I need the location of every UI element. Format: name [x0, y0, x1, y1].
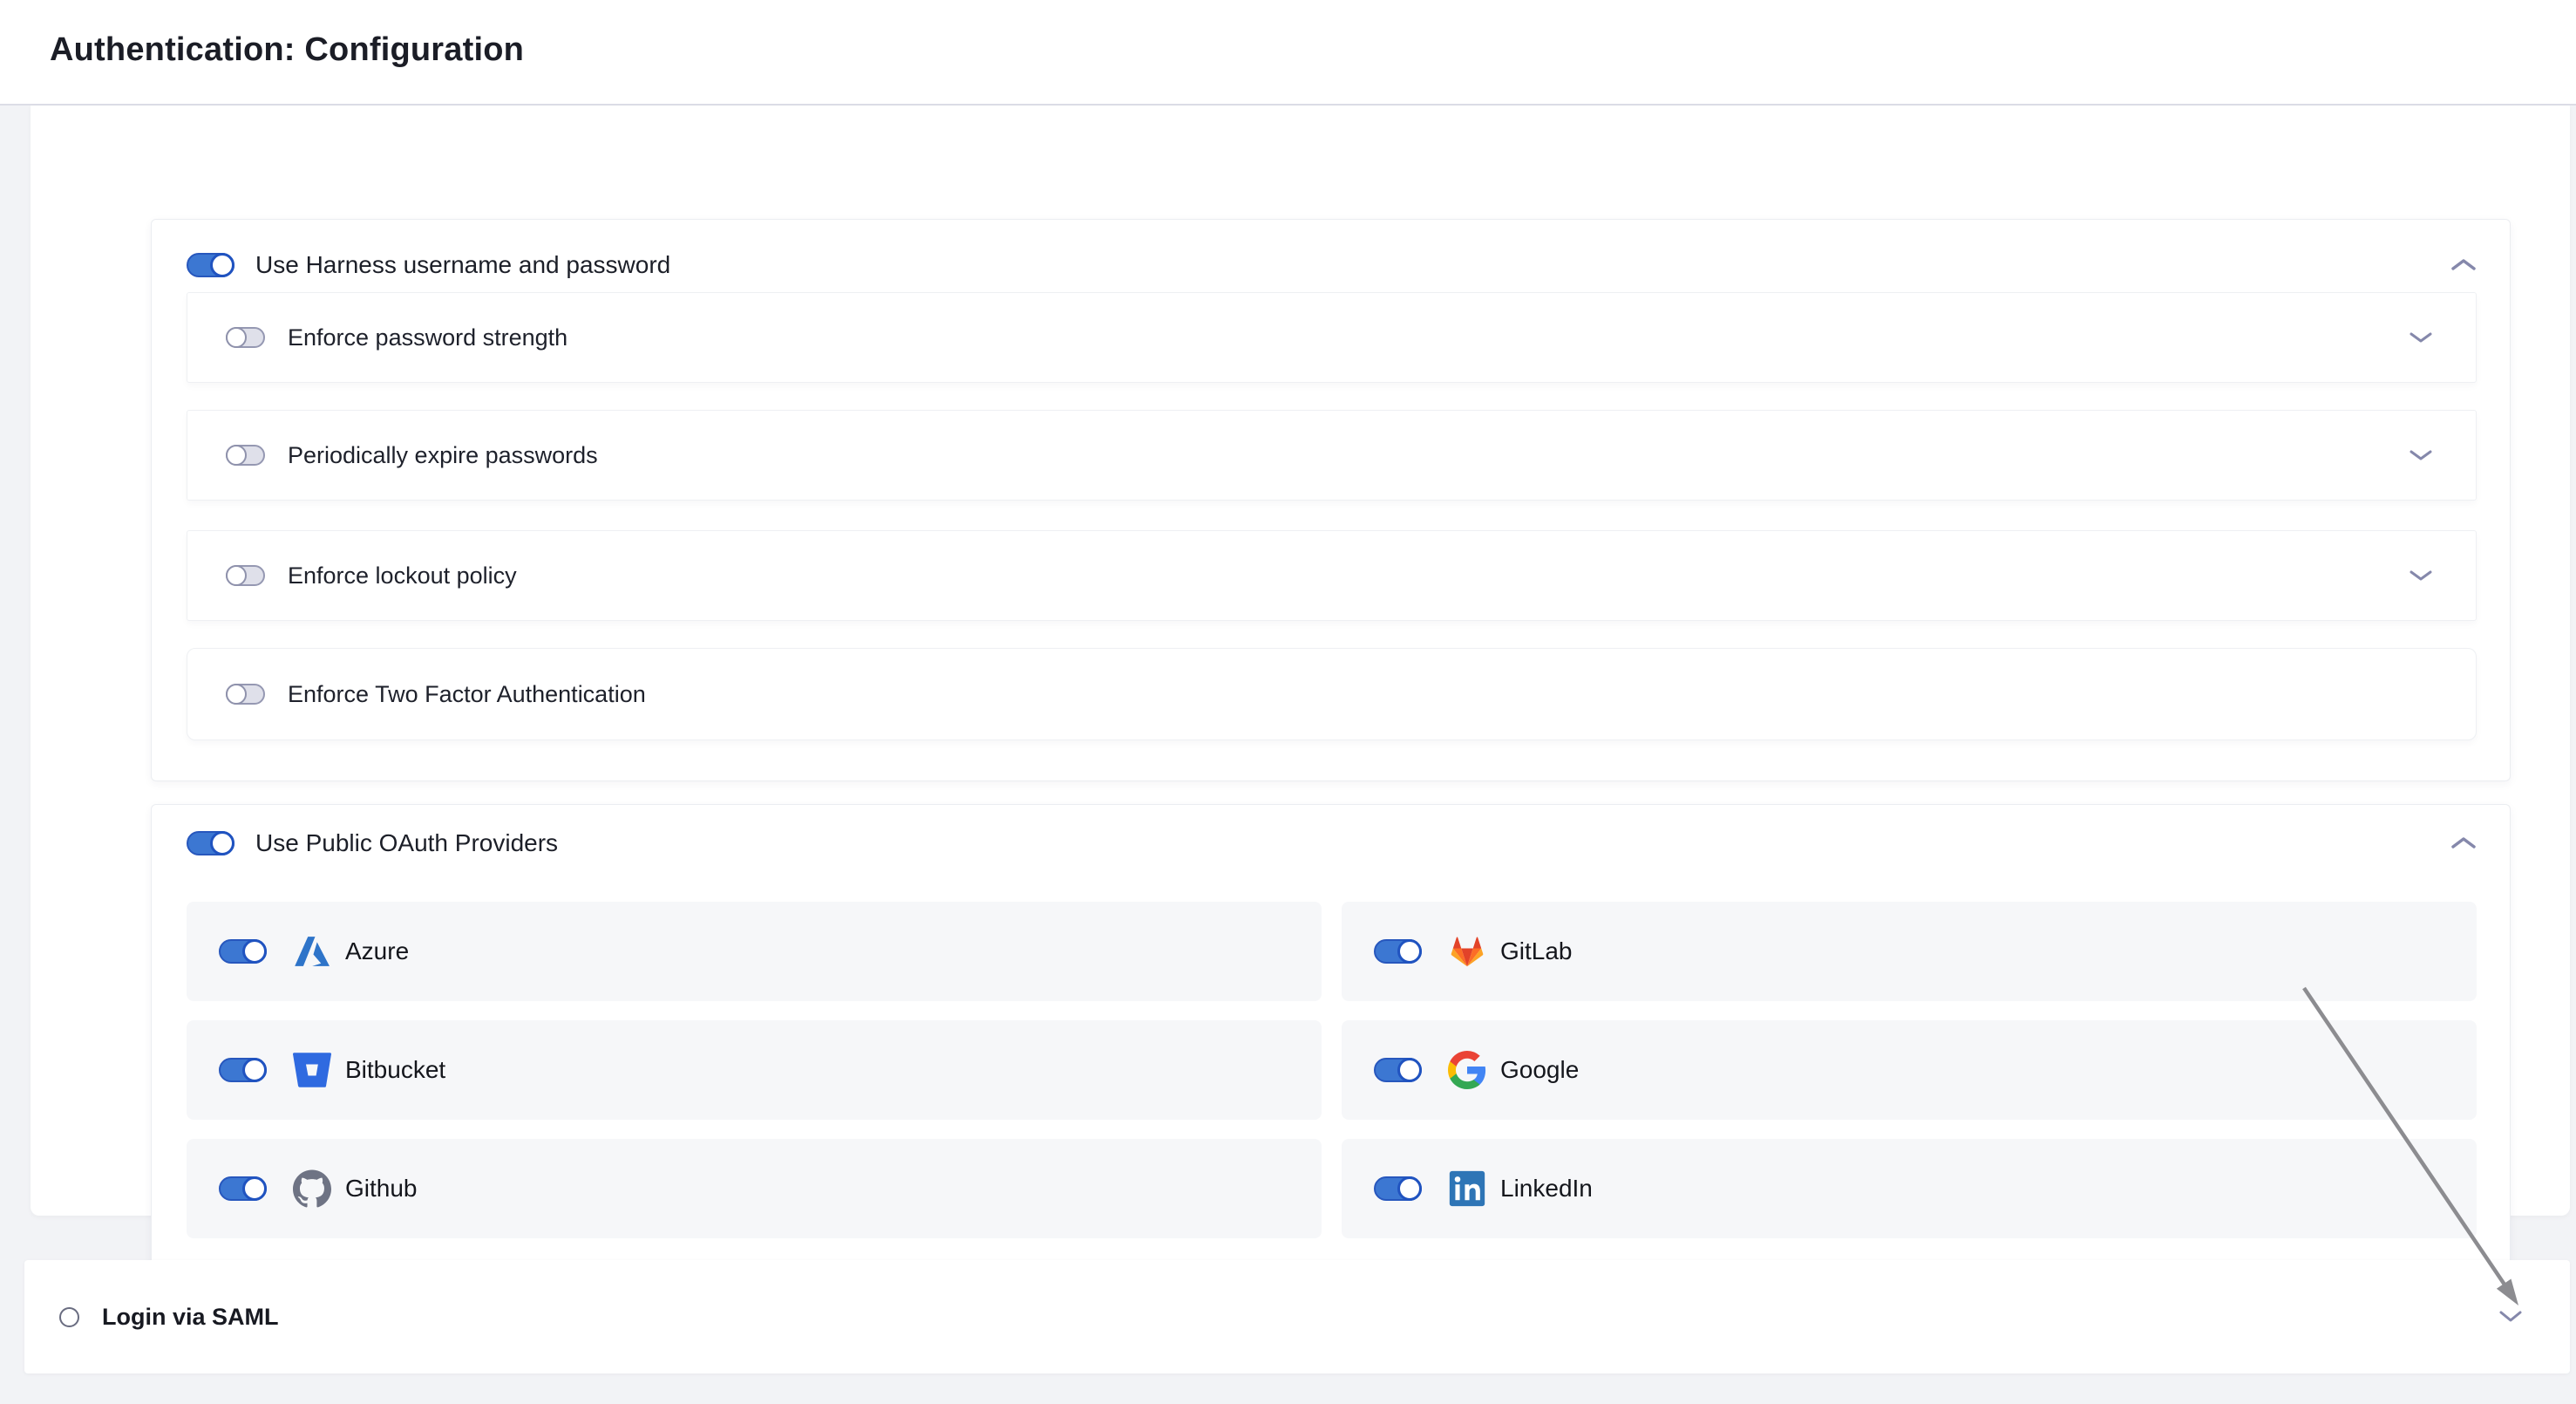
- provider-name: Google: [1500, 1056, 1579, 1084]
- google-toggle[interactable]: [1374, 1058, 1422, 1082]
- page-header: Authentication: Configuration: [0, 0, 2576, 106]
- main-panel: Use Harness username and password Enforc…: [31, 106, 2570, 1216]
- toggle-knob: [210, 253, 234, 277]
- github-icon: [293, 1169, 331, 1208]
- toggle-knob: [226, 445, 247, 466]
- harness-section-header[interactable]: Use Harness username and password: [187, 230, 2478, 300]
- provider-name: Bitbucket: [345, 1056, 445, 1084]
- toggle-knob: [226, 327, 247, 348]
- provider-tile-bitbucket: Bitbucket: [187, 1020, 1322, 1120]
- provider-name: LinkedIn: [1500, 1175, 1593, 1203]
- oauth-section-header[interactable]: Use Public OAuth Providers: [187, 808, 2478, 878]
- provider-tile-github: Github: [187, 1139, 1322, 1238]
- enforce-password-strength-toggle[interactable]: [226, 327, 265, 348]
- toggle-knob: [242, 1176, 267, 1201]
- provider-name: GitLab: [1500, 937, 1573, 965]
- row-enforce-lockout-policy[interactable]: Enforce lockout policy: [187, 530, 2477, 621]
- bitbucket-icon: [293, 1051, 331, 1089]
- provider-name: Azure: [345, 937, 409, 965]
- public-oauth-providers-toggle[interactable]: [187, 831, 234, 855]
- row-label: Enforce Two Factor Authentication: [288, 681, 646, 708]
- chevron-up-icon[interactable]: [2449, 256, 2478, 274]
- authentication-configuration-page: { "header": { "title": "Authentication: …: [0, 0, 2576, 1404]
- chevron-down-icon[interactable]: [2497, 1308, 2525, 1326]
- provider-name: Github: [345, 1175, 418, 1203]
- toggle-knob: [1397, 939, 1422, 964]
- toggle-knob: [226, 684, 247, 705]
- page-title: Authentication: Configuration: [50, 31, 524, 69]
- linkedin-icon: [1448, 1169, 1486, 1208]
- chevron-down-icon[interactable]: [2408, 330, 2434, 345]
- chevron-up-icon[interactable]: [2449, 835, 2478, 852]
- bitbucket-toggle[interactable]: [219, 1058, 267, 1082]
- provider-tile-google: Google: [1342, 1020, 2477, 1120]
- linkedin-toggle[interactable]: [1374, 1176, 1422, 1201]
- chevron-down-icon[interactable]: [2408, 568, 2434, 583]
- toggle-knob: [242, 939, 267, 964]
- provider-tile-gitlab: GitLab: [1342, 902, 2477, 1001]
- login-via-saml-radio[interactable]: [59, 1307, 79, 1327]
- enforce-lockout-policy-toggle[interactable]: [226, 565, 265, 586]
- row-enforce-two-factor-authentication[interactable]: Enforce Two Factor Authentication: [187, 648, 2477, 740]
- google-icon: [1448, 1051, 1486, 1089]
- azure-toggle[interactable]: [219, 939, 267, 964]
- provider-tile-linkedin: LinkedIn: [1342, 1139, 2477, 1238]
- periodically-expire-passwords-toggle[interactable]: [226, 445, 265, 466]
- login-via-saml-label: Login via SAML: [102, 1304, 279, 1331]
- toggle-knob: [210, 831, 234, 855]
- harness-section-label: Use Harness username and password: [255, 251, 670, 279]
- chevron-down-icon[interactable]: [2408, 447, 2434, 463]
- section-public-oauth-providers: Use Public OAuth Providers Azure: [151, 804, 2511, 1272]
- gitlab-icon: [1448, 932, 1486, 971]
- provider-tile-azure: Azure: [187, 902, 1322, 1001]
- login-via-saml-card[interactable]: Login via SAML: [24, 1260, 2570, 1373]
- row-periodically-expire-passwords[interactable]: Periodically expire passwords: [187, 410, 2477, 501]
- section-harness-username-password: Use Harness username and password Enforc…: [151, 219, 2511, 781]
- azure-icon: [293, 932, 331, 971]
- toggle-knob: [242, 1058, 267, 1082]
- oauth-section-label: Use Public OAuth Providers: [255, 829, 558, 857]
- enforce-two-factor-authentication-toggle[interactable]: [226, 684, 265, 705]
- row-enforce-password-strength[interactable]: Enforce password strength: [187, 292, 2477, 383]
- toggle-knob: [1397, 1176, 1422, 1201]
- toggle-knob: [1397, 1058, 1422, 1082]
- oauth-provider-grid: Azure Bitbucket Github: [187, 902, 2477, 1238]
- toggle-knob: [226, 565, 247, 586]
- harness-username-password-toggle[interactable]: [187, 253, 234, 277]
- github-toggle[interactable]: [219, 1176, 267, 1201]
- row-label: Periodically expire passwords: [288, 442, 598, 469]
- row-label: Enforce password strength: [288, 324, 568, 351]
- row-label: Enforce lockout policy: [288, 562, 517, 590]
- gitlab-toggle[interactable]: [1374, 939, 1422, 964]
